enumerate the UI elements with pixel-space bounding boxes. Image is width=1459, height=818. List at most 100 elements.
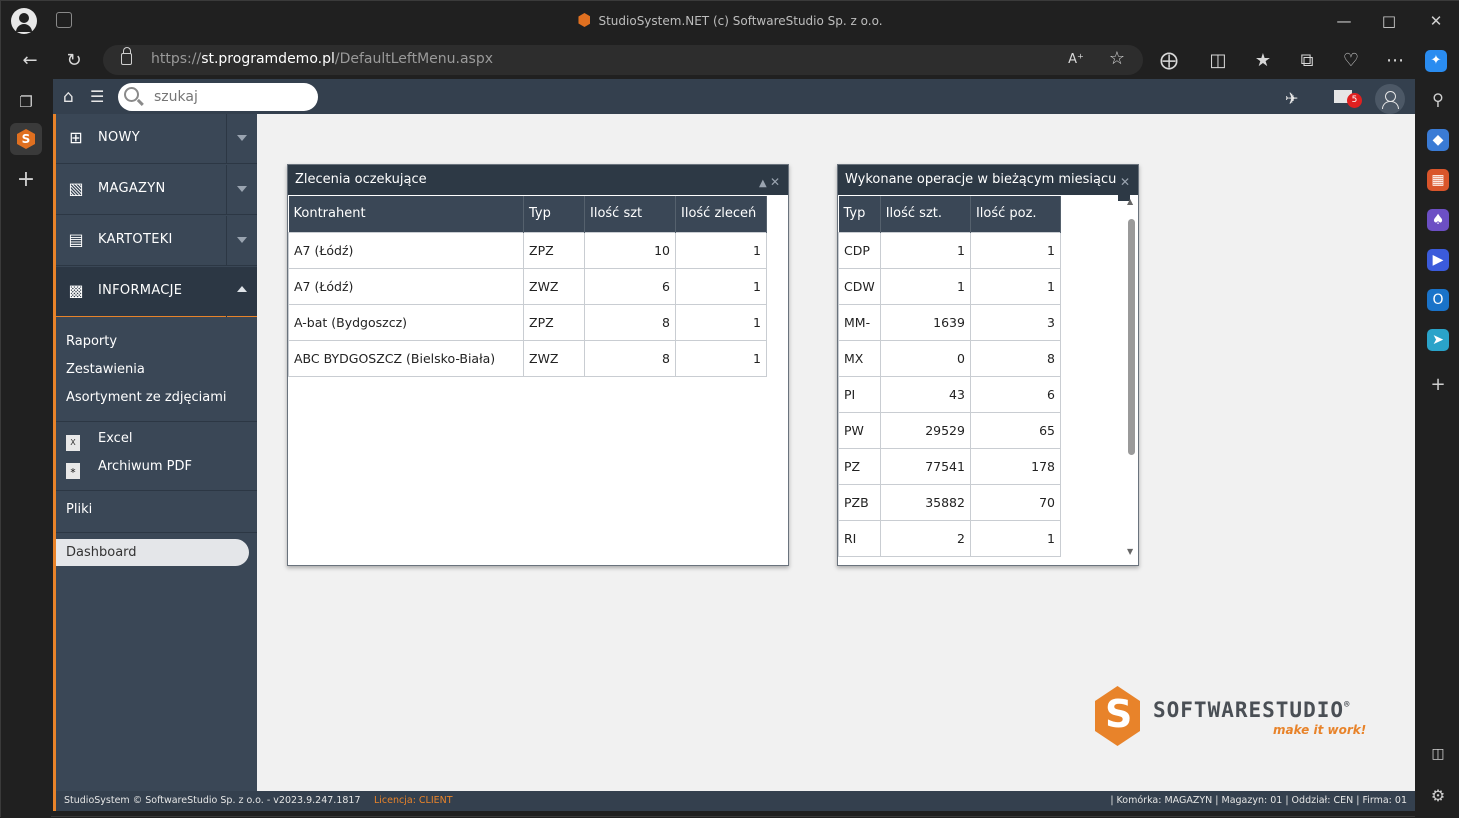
copilot-icon[interactable]: ✦	[1425, 50, 1447, 72]
scroll-down-icon[interactable]: ▼	[1127, 547, 1133, 556]
document-icon: ▩	[68, 281, 84, 300]
games-icon[interactable]: ♠	[1427, 209, 1449, 231]
table-cell: 0	[879, 339, 971, 377]
refresh-icon[interactable]: ↻	[63, 50, 85, 72]
chevron-down-icon[interactable]	[226, 114, 257, 164]
column-header[interactable]: Typ	[838, 196, 881, 232]
collections-icon[interactable]: ⧉	[1296, 50, 1318, 72]
more-options-icon[interactable]: ⋯	[1384, 50, 1406, 72]
address-bar[interactable]: https://st.programdemo.pl/DefaultLeftMen…	[103, 45, 1143, 75]
divider	[56, 490, 257, 491]
close-icon[interactable]: ✕	[770, 175, 780, 189]
context-status: | Komórka: MAGAZYN | Magazyn: 01 | Oddzi…	[1110, 795, 1407, 806]
send-icon[interactable]: ➤	[1427, 329, 1449, 351]
table-row[interactable]: A7 (Łódź) ZPZ 10 1	[288, 231, 767, 269]
column-header[interactable]: Ilość szt.	[880, 196, 971, 232]
collapse-icon[interactable]: ▲	[759, 178, 767, 189]
home-icon[interactable]: ⌂	[63, 89, 74, 106]
table-cell: 1	[879, 231, 971, 269]
chevron-down-icon[interactable]	[226, 165, 257, 215]
table-cell: A7 (Łódź)	[288, 267, 524, 305]
table-cell: 2	[879, 519, 971, 557]
menu-section-kartoteki[interactable]: ▤ KARTOTEKI	[56, 216, 257, 266]
outlook-icon[interactable]: O	[1427, 289, 1449, 311]
table-cell: 43	[879, 375, 971, 413]
link-raporty[interactable]: Raporty	[66, 334, 117, 349]
table-row[interactable]: PI 43 6	[838, 375, 1062, 413]
widget-header: Wykonane operacje w bieżącym miesiącu	[838, 165, 1138, 195]
search-input[interactable]	[154, 87, 304, 107]
table-row[interactable]: CDP 1 1	[838, 231, 1062, 269]
column-header[interactable]: Kontrahent	[288, 196, 524, 232]
column-header[interactable]: Typ	[523, 196, 585, 232]
tools-icon[interactable]: ▦	[1427, 169, 1449, 191]
table-cell: 6	[969, 375, 1062, 413]
menu-section-informacje[interactable]: ▩ INFORMACJE	[56, 267, 257, 317]
link-asortyment[interactable]: Asortyment ze zdjęciami	[66, 390, 227, 405]
lock-icon[interactable]	[121, 47, 132, 65]
hide-sidebar-icon[interactable]: ◫	[1427, 743, 1449, 765]
chevron-up-icon[interactable]	[226, 267, 257, 317]
table-cell: 8	[584, 339, 676, 377]
title-bar: StudioSystem.NET (c) SoftwareStudio Sp. …	[1, 1, 1459, 41]
extensions-icon[interactable]: ⨁	[1158, 50, 1180, 72]
close-icon[interactable]: ✕	[1120, 175, 1130, 189]
widget-header: Zlecenia oczekujące	[288, 165, 788, 195]
link-zestawienia[interactable]: Zestawienia	[66, 362, 145, 377]
table-row[interactable]: RI 2 1	[838, 519, 1062, 557]
favorite-star-icon[interactable]: ☆	[1106, 48, 1128, 70]
edge-sidebar: ⚲ ◆ ▦ ♠ ▶ O ➤ + ◫ ⚙	[1415, 79, 1459, 818]
menu-section-nowy[interactable]: ⊞ NOWY	[56, 114, 257, 164]
menu-toggle-icon[interactable]: ☰	[90, 89, 104, 105]
minimize-icon[interactable]: —	[1334, 11, 1354, 31]
table-row[interactable]: ABC BYDGOSZCZ (Bielsko-Biała) ZWZ 8 1	[288, 339, 767, 377]
column-header[interactable]: Ilość poz.	[970, 196, 1062, 232]
table-row[interactable]: MX 0 8	[838, 339, 1062, 377]
table-cell: 29529	[879, 411, 971, 449]
scroll-up-icon[interactable]: ▲	[1127, 197, 1133, 206]
table-cell: PZ	[838, 447, 881, 485]
table-row[interactable]: A-bat (Bydgoszcz) ZPZ 8 1	[288, 303, 767, 341]
link-pliki[interactable]: Pliki	[66, 502, 92, 517]
chevron-down-icon[interactable]	[226, 216, 257, 266]
link-excel[interactable]: X Excel	[66, 431, 132, 451]
column-header[interactable]: Ilość zleceń	[675, 196, 767, 232]
table-row[interactable]: PZB 35882 70	[838, 483, 1062, 521]
operations-widget: Wykonane operacje w bieżącym miesiącu ✕ …	[837, 164, 1139, 566]
link-archiwum-pdf[interactable]: ∗ Archiwum PDF	[66, 459, 192, 479]
url-text[interactable]: https://st.programdemo.pl/DefaultLeftMen…	[151, 51, 493, 67]
plane-icon[interactable]: ✈	[1285, 89, 1298, 108]
favorites-icon[interactable]: ★	[1252, 50, 1274, 72]
table-cell: ZPZ	[523, 231, 585, 269]
shopping-icon[interactable]: ◆	[1427, 129, 1449, 151]
new-tab-icon[interactable]: +	[14, 167, 38, 192]
performance-icon[interactable]: ♡	[1340, 50, 1362, 72]
table-row[interactable]: A7 (Łódź) ZWZ 6 1	[288, 267, 767, 305]
table-row[interactable]: PW 29529 65	[838, 411, 1062, 449]
back-icon[interactable]: ←	[19, 50, 41, 72]
maximize-icon[interactable]: □	[1379, 11, 1399, 31]
table-cell: ZPZ	[523, 303, 585, 341]
copilot-sidebar-icon[interactable]: ▶	[1427, 249, 1449, 271]
table-cell: A-bat (Bydgoszcz)	[288, 303, 524, 341]
split-screen-icon[interactable]: ◫	[1207, 50, 1229, 72]
read-aloud-icon[interactable]: A⁺	[1065, 49, 1087, 71]
tab-actions-icon[interactable]: ❐	[14, 93, 38, 117]
settings-gear-icon[interactable]: ⚙	[1427, 785, 1449, 807]
link-dashboard[interactable]: Dashboard	[56, 539, 249, 566]
table-cell: MM-	[838, 303, 881, 341]
user-icon[interactable]	[1375, 84, 1405, 114]
table-cell: CDP	[838, 231, 881, 269]
close-icon[interactable]: ✕	[1426, 11, 1446, 31]
table-row[interactable]: PZ 77541 178	[838, 447, 1062, 485]
menu-section-magazyn[interactable]: ▧ MAGAZYN	[56, 165, 257, 215]
table-row[interactable]: CDW 1 1	[838, 267, 1062, 305]
table-cell: A7 (Łódź)	[288, 231, 524, 269]
column-header[interactable]: Ilość szt	[584, 196, 676, 232]
table-row[interactable]: MM- 1639 3	[838, 303, 1062, 341]
scrollbar-thumb[interactable]	[1128, 219, 1135, 455]
scrollbar[interactable]: ▲ ▼	[1125, 197, 1137, 563]
excel-file-icon: X	[66, 435, 80, 451]
add-icon[interactable]: +	[1427, 374, 1449, 396]
search-icon[interactable]: ⚲	[1427, 89, 1449, 111]
